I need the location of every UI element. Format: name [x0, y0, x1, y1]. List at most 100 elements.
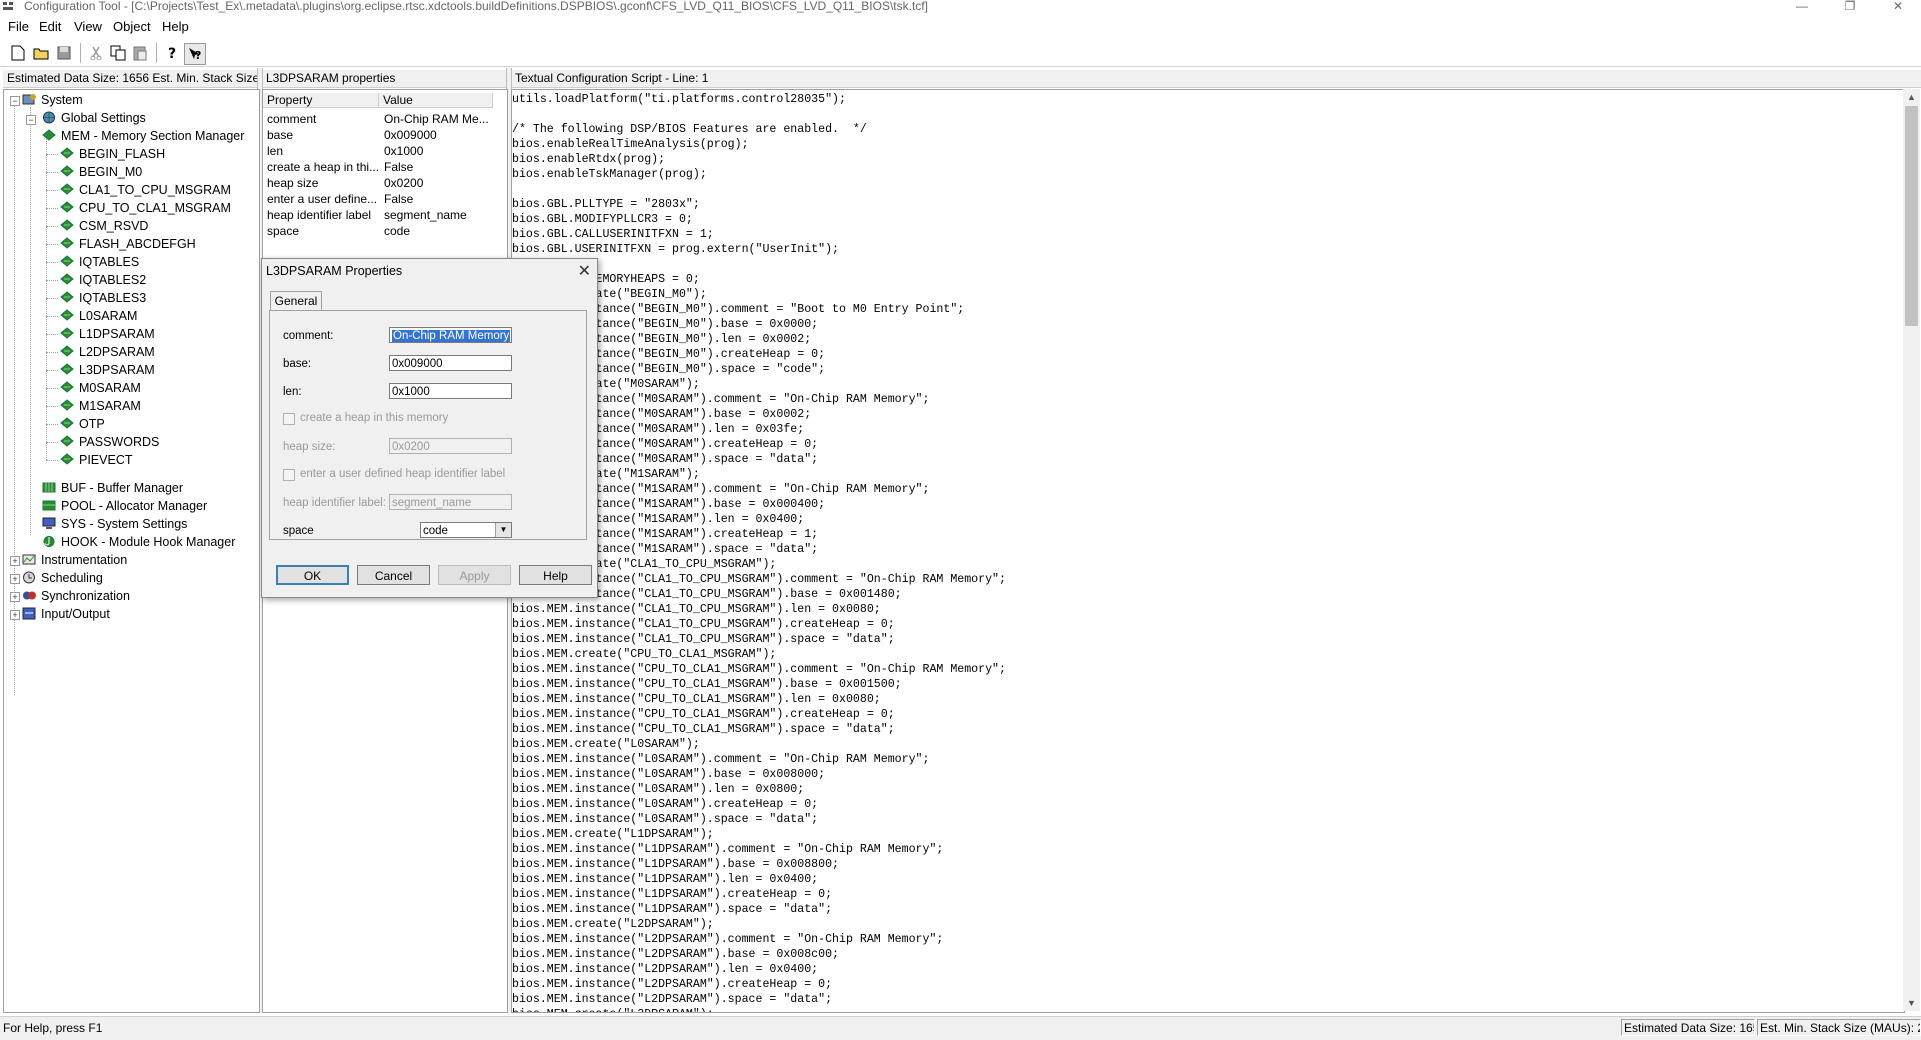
col-property-header[interactable]: Property [263, 93, 379, 108]
script-line: bios.MEM.instance("L0SARAM").space = "da… [512, 813, 819, 826]
tree-item-hook[interactable]: HOOK - Module Hook Manager [42, 533, 235, 550]
script-line: bios.MEM.instance("CPU_TO_CLA1_MSGRAM").… [512, 663, 1006, 676]
scroll-down-icon[interactable]: ▼ [1903, 995, 1920, 1011]
tree-item-global-settings[interactable]: Global Settings [42, 109, 146, 126]
memory-section-icon [60, 291, 74, 303]
len-field[interactable]: 0x1000 [389, 383, 512, 399]
menu-object[interactable]: Object [113, 19, 151, 34]
script-line: bios.MEM.instance("CLA1_TO_CPU_MSGRAM").… [512, 618, 895, 631]
tree-label-instrumentation: Instrumentation [41, 552, 128, 567]
space-select[interactable]: code ▼ [420, 522, 512, 538]
save-icon[interactable] [54, 43, 74, 63]
tree-item-mem-section[interactable]: BEGIN_M0 [60, 163, 142, 180]
property-row[interactable]: base 0x009000 [263, 127, 507, 143]
tree-item-mem-section[interactable]: IQTABLES2 [60, 271, 146, 288]
property-row[interactable]: heap identifier label segment_name [263, 207, 507, 223]
tree-item-pool[interactable]: POOL - Allocator Manager [42, 497, 207, 514]
tree-label-mem-section: L1DPSARAM [79, 326, 155, 341]
property-row[interactable]: comment On-Chip RAM Me... [263, 111, 507, 127]
tree-label-mem-section: BEGIN_M0 [79, 164, 143, 179]
tree-item-mem-section[interactable]: BEGIN_FLASH [60, 145, 165, 162]
scroll-up-icon[interactable]: ▲ [1903, 89, 1920, 105]
menu-file[interactable]: File [8, 19, 29, 34]
script-scrollbar[interactable]: ▲ ▼ [1903, 89, 1920, 1011]
memory-section-icon [60, 219, 74, 231]
tree-item-mem-section[interactable]: CLA1_TO_CPU_MSGRAM [60, 181, 231, 198]
menu-view[interactable]: View [74, 19, 102, 34]
tree-label-mem: MEM - Memory Section Manager [61, 128, 245, 143]
paste-icon[interactable] [130, 43, 150, 63]
tree-item-instrumentation[interactable]: Instrumentation [22, 551, 127, 568]
tree-item-mem-section[interactable]: L0SARAM [60, 307, 137, 324]
script-text[interactable]: utils.loadPlatform("ti.platforms.control… [512, 90, 1904, 1012]
create-heap-checkbox[interactable] [283, 413, 295, 425]
expand-scheduling[interactable]: + [10, 574, 20, 584]
expand-synchronization[interactable]: + [10, 592, 20, 602]
globe-icon [43, 111, 55, 124]
property-name: create a heap in thi... [267, 160, 379, 174]
tree-item-io[interactable]: Input/Output [22, 605, 110, 622]
collapse-system[interactable]: − [10, 96, 20, 106]
heap-id-field[interactable]: segment_name [389, 494, 512, 510]
tree-item-mem-section[interactable]: IQTABLES [60, 253, 139, 270]
tree-item-mem-section[interactable]: L1DPSARAM [60, 325, 155, 342]
memory-section-icon [60, 237, 74, 249]
property-row[interactable]: len 0x1000 [263, 143, 507, 159]
tree-item-mem-section[interactable]: CSM_RSVD [60, 217, 148, 234]
tree-item-mem-section[interactable]: M1SARAM [60, 397, 141, 414]
property-row[interactable]: space code [263, 223, 507, 239]
tree-item-sys[interactable]: SYS - System Settings [42, 515, 187, 532]
copy-icon[interactable] [108, 43, 128, 63]
tree-item-scheduling[interactable]: Scheduling [22, 569, 103, 586]
property-row[interactable]: heap size 0x0200 [263, 175, 507, 191]
property-value: False [384, 160, 414, 174]
restore-button[interactable]: ❐ [1830, 0, 1870, 13]
context-help-icon[interactable]: ? [184, 43, 206, 65]
close-window-button[interactable]: ✕ [1878, 0, 1918, 13]
open-folder-icon[interactable] [31, 43, 51, 63]
tree-item-mem-section[interactable]: L2DPSARAM [60, 343, 155, 360]
tree-item-synchronization[interactable]: Synchronization [22, 587, 130, 604]
tree-item-mem-section[interactable]: PASSWORDS [60, 433, 159, 450]
apply-button[interactable]: Apply [438, 565, 511, 585]
property-row[interactable]: create a heap in thi... False [263, 159, 507, 175]
tree-item-mem-section[interactable]: PIEVECT [60, 451, 133, 468]
tree-item-mem-section[interactable]: FLASH_ABCDEFGH [60, 235, 196, 252]
tab-general[interactable]: General [270, 291, 322, 311]
minimize-button[interactable]: — [1782, 0, 1822, 13]
tree-item-mem-section[interactable]: OTP [60, 415, 105, 432]
cut-icon[interactable] [86, 43, 106, 63]
tree-item-mem-section[interactable]: IQTABLES3 [60, 289, 146, 306]
script-line: bios.MEM.instance("M0SARAM").comment = "… [512, 393, 930, 406]
user-label-checkbox[interactable] [283, 469, 295, 481]
property-row[interactable]: enter a user define... False [263, 191, 507, 207]
heap-size-field[interactable]: 0x0200 [389, 438, 512, 454]
menu-help[interactable]: Help [162, 19, 189, 34]
tree-item-mem-section[interactable]: L3DPSARAM [60, 361, 155, 378]
tree-item-mem-section[interactable]: CPU_TO_CLA1_MSGRAM [60, 199, 231, 216]
col-value-header[interactable]: Value [379, 93, 493, 108]
help-button[interactable]: Help [519, 565, 592, 585]
scroll-thumb[interactable] [1905, 106, 1918, 326]
dialog-close-icon[interactable]: ✕ [578, 261, 591, 281]
tree-label-buf: BUF - Buffer Manager [61, 480, 184, 495]
cancel-button[interactable]: Cancel [357, 565, 430, 585]
new-file-icon[interactable] [8, 43, 28, 63]
chevron-down-icon[interactable]: ▼ [495, 523, 511, 537]
base-field[interactable]: 0x009000 [389, 355, 512, 371]
script-editor[interactable]: utils.loadPlatform("ti.platforms.control… [511, 89, 1905, 1013]
collapse-mem[interactable]: − [26, 115, 36, 125]
expand-io[interactable]: + [10, 610, 20, 620]
expand-instrumentation[interactable]: + [10, 556, 20, 566]
ok-button[interactable]: OK [276, 565, 349, 585]
menu-edit[interactable]: Edit [39, 19, 61, 34]
help-icon[interactable]: ? [162, 43, 182, 63]
tree-item-system[interactable]: System [22, 91, 83, 108]
tree-item-mem[interactable]: MEM - Memory Section Manager [42, 127, 244, 144]
property-value: On-Chip RAM Me... [384, 112, 489, 126]
property-name: space [267, 224, 300, 238]
tree-item-buf[interactable]: BUF - Buffer Manager [42, 479, 183, 496]
tree-item-mem-section[interactable]: M0SARAM [60, 379, 141, 396]
dialog-title: L3DPSARAM Properties [266, 264, 403, 278]
comment-field[interactable]: On-Chip RAM Memory [389, 327, 512, 343]
